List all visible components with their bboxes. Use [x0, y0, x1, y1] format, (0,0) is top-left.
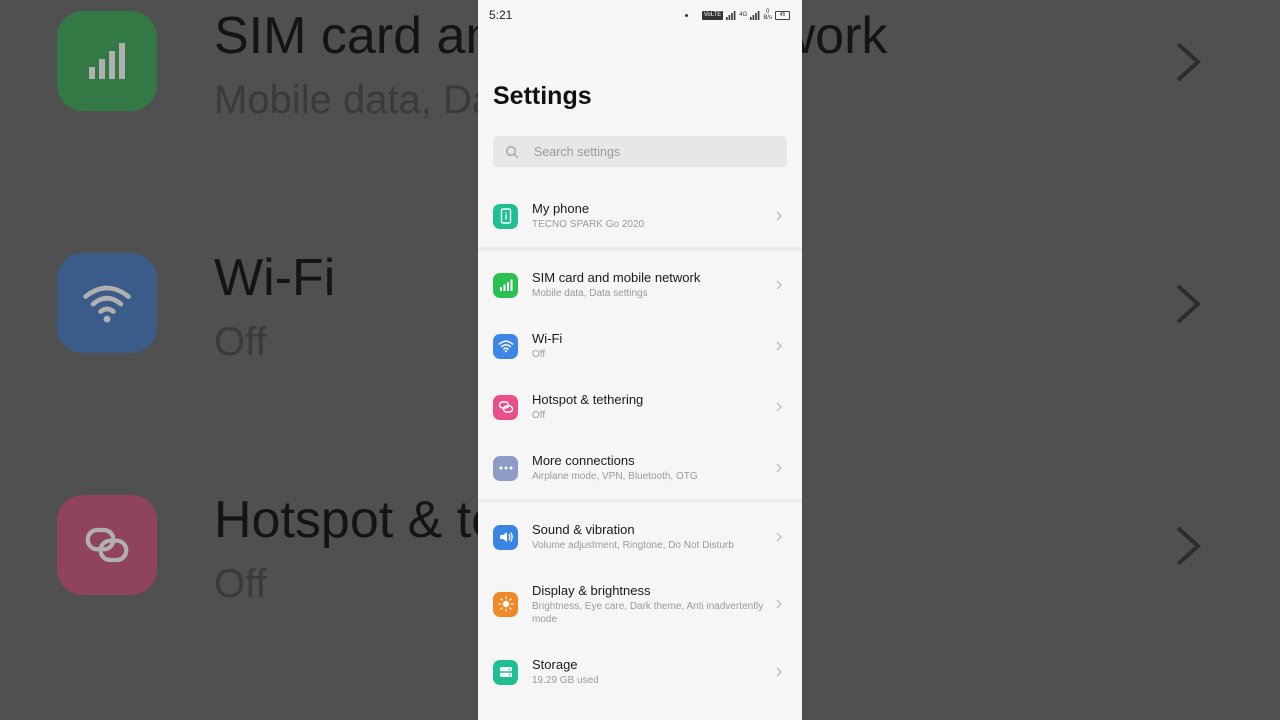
chevron-right-icon: [776, 341, 782, 351]
page-title: Settings: [493, 82, 592, 110]
item-subtitle: TECNO SPARK Go 2020: [532, 219, 645, 230]
item-title: Wi-Fi: [532, 331, 563, 346]
settings-item-more-connections[interactable]: More connections Airplane mode, VPN, Blu…: [478, 445, 802, 491]
status-icons: VoLTE 4G 0 B/s 45: [684, 9, 790, 21]
item-text: Wi-Fi Off: [532, 331, 772, 361]
wifi-icon: [493, 333, 518, 359]
settings-item-storage[interactable]: Storage 19.29 GB used: [478, 649, 802, 695]
wifi-icon: [57, 253, 157, 353]
bg-title: Wi-Fi: [214, 249, 336, 307]
item-title: Display & brightness: [532, 582, 651, 598]
sun-icon: [493, 591, 518, 617]
bg-subtitle: Off: [214, 562, 267, 606]
item-subtitle: Off: [532, 410, 546, 421]
item-text: My phone TECNO SPARK Go 2020: [532, 201, 772, 231]
signal-icon: [57, 11, 157, 111]
network-speed: 0 B/s: [763, 9, 772, 21]
network-type: 4G: [739, 12, 748, 18]
speed-unit: B/s: [763, 15, 772, 21]
phone-screen: 5:21 VoLTE 4G 0B/s 45 Settings My phone …: [478, 0, 802, 720]
item-text: SIM card and mobile network Mobile data,…: [532, 270, 772, 300]
chevron-right-icon: [1176, 284, 1201, 324]
settings-item-sound[interactable]: Sound & vibration Volume adjustment, Rin…: [478, 514, 802, 560]
item-text: Hotspot & tethering Off: [532, 392, 772, 422]
chevron-right-icon: [1176, 42, 1201, 82]
battery-icon: 45: [775, 10, 790, 20]
item-title: Storage: [532, 657, 578, 672]
item-title: Hotspot & tethering: [532, 392, 644, 407]
link-icon: [493, 394, 518, 420]
section-divider: [478, 499, 802, 503]
item-title: SIM card and mobile network: [532, 270, 701, 285]
item-title: Sound & vibration: [532, 522, 635, 537]
speaker-icon: [493, 524, 518, 550]
chevron-right-icon: [776, 280, 782, 290]
more-icon: [493, 455, 518, 481]
status-bar: 5:21 VoLTE 4G 0 B/s 45: [478, 0, 802, 30]
settings-item-hotspot[interactable]: Hotspot & tethering Off: [478, 384, 802, 430]
chevron-right-icon: [776, 599, 782, 609]
item-text: Display & brightness Brightness, Eye car…: [532, 583, 772, 626]
item-text: Storage 19.29 GB used: [532, 657, 772, 687]
chevron-right-icon: [1176, 526, 1201, 566]
storage-icon: [493, 659, 518, 685]
search-bar[interactable]: [493, 136, 787, 167]
link-icon: [57, 495, 157, 595]
settings-item-wifi[interactable]: Wi-Fi Off: [478, 323, 802, 369]
status-time: 5:21: [489, 8, 513, 22]
settings-item-display[interactable]: Display & brightness Brightness, Eye car…: [478, 575, 802, 633]
search-input[interactable]: [532, 143, 766, 160]
notification-dot-icon: [684, 13, 688, 17]
bg-subtitle: Off: [214, 320, 267, 364]
chevron-right-icon: [776, 463, 782, 473]
search-icon: [505, 145, 519, 158]
settings-item-sim-card[interactable]: SIM card and mobile network Mobile data,…: [478, 262, 802, 308]
item-subtitle: Off: [532, 349, 546, 360]
info-icon: [493, 203, 518, 229]
item-title: My phone: [532, 201, 590, 216]
signal-icon: [493, 272, 518, 298]
chevron-right-icon: [776, 532, 782, 542]
settings-item-my-phone[interactable]: My phone TECNO SPARK Go 2020: [478, 193, 802, 239]
item-subtitle: 19.29 GB used: [532, 675, 599, 686]
item-title: More connections: [532, 453, 635, 468]
chevron-right-icon: [776, 402, 782, 412]
item-text: More connections Airplane mode, VPN, Blu…: [532, 453, 772, 483]
signal-bars-icon: [750, 10, 760, 20]
volte-badge: VoLTE: [701, 10, 724, 20]
signal-bars-icon: [726, 10, 736, 20]
chevron-right-icon: [776, 667, 782, 677]
item-subtitle: Brightness, Eye care, Dark theme, Anti i…: [532, 600, 764, 625]
item-text: Sound & vibration Volume adjustment, Rin…: [532, 522, 772, 552]
item-subtitle: Volume adjustment, Ringtone, Do Not Dist…: [532, 540, 734, 551]
section-divider: [478, 247, 802, 251]
item-subtitle: Mobile data, Data settings: [532, 288, 648, 299]
item-subtitle: Airplane mode, VPN, Bluetooth, OTG: [532, 471, 698, 482]
chevron-right-icon: [776, 211, 782, 221]
